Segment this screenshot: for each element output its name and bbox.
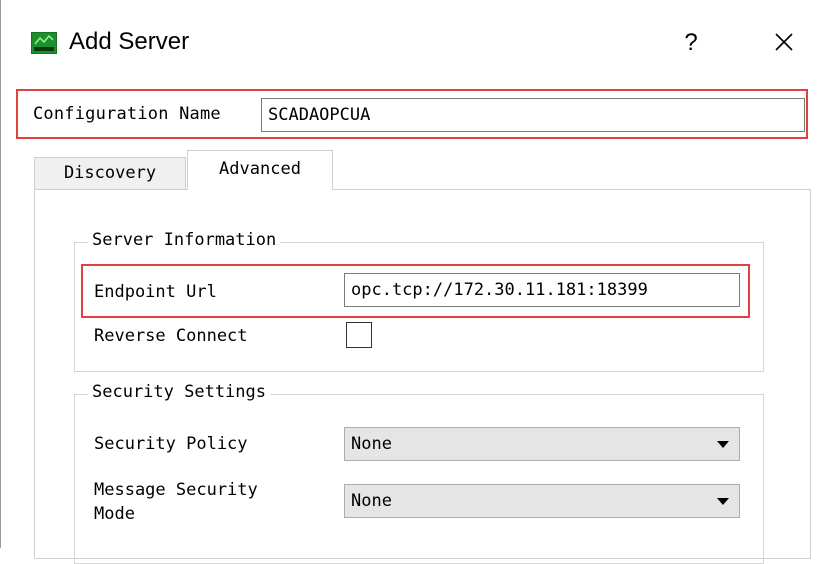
chevron-down-icon	[717, 498, 729, 505]
reverse-connect-checkbox[interactable]	[346, 322, 372, 348]
app-icon	[31, 32, 57, 54]
tab-discovery[interactable]: Discovery	[34, 157, 186, 189]
message-security-mode-select[interactable]: None	[344, 484, 740, 518]
configuration-name-label: Configuration Name	[33, 104, 221, 124]
endpoint-url-label: Endpoint Url	[94, 282, 217, 302]
configuration-name-input[interactable]: SCADAOPCUA	[261, 98, 805, 132]
security-policy-label: Security Policy	[94, 434, 248, 454]
security-policy-value: None	[351, 434, 392, 454]
security-settings-group	[74, 394, 764, 564]
message-security-mode-label-line2: Mode	[94, 504, 135, 524]
chevron-down-icon	[717, 441, 729, 448]
message-security-mode-value: None	[351, 491, 392, 511]
tab-advanced[interactable]: Advanced	[187, 150, 333, 190]
window-left-border	[0, 0, 1, 548]
reverse-connect-label: Reverse Connect	[94, 326, 248, 346]
help-button[interactable]: ?	[673, 26, 709, 60]
server-information-title: Server Information	[88, 230, 281, 250]
title-bar: Add Server ?	[1, 0, 818, 82]
window-title: Add Server	[69, 28, 190, 55]
message-security-mode-label-line1: Message Security	[94, 480, 258, 500]
security-policy-select[interactable]: None	[344, 427, 740, 461]
endpoint-url-input[interactable]: opc.tcp://172.30.11.181:18399	[344, 273, 740, 307]
close-icon[interactable]	[763, 24, 805, 62]
security-settings-title: Security Settings	[88, 382, 270, 402]
